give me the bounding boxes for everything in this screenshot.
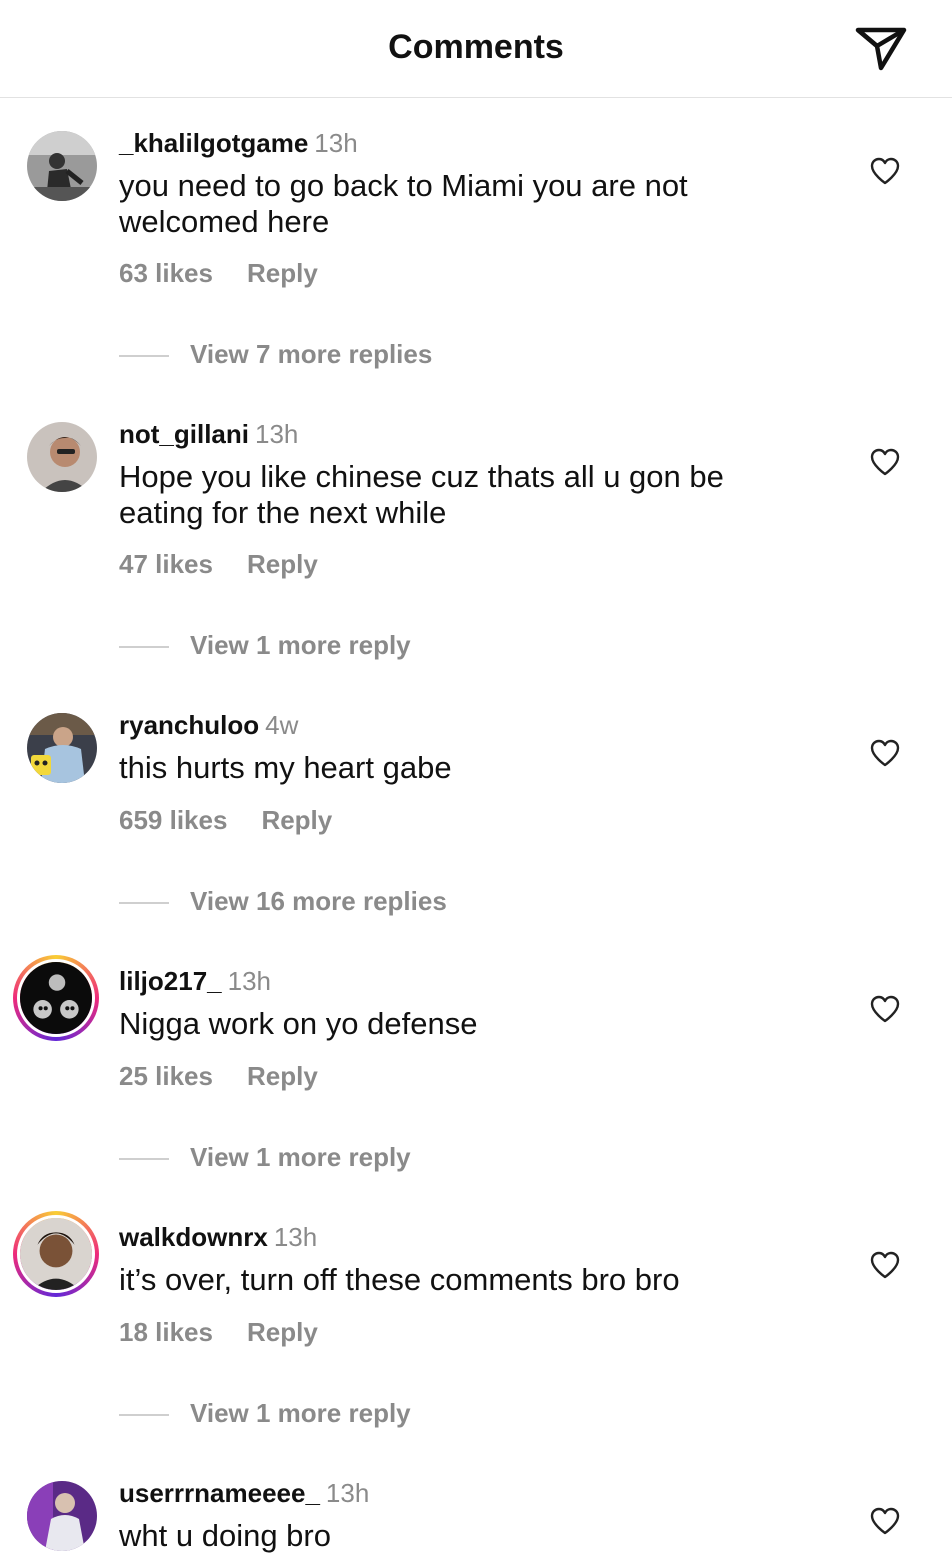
- reply-button[interactable]: Reply: [247, 1061, 318, 1091]
- view-more-replies[interactable]: View 16 more replies: [119, 886, 447, 917]
- heart-icon[interactable]: [870, 1507, 900, 1535]
- heart-icon[interactable]: [870, 1251, 900, 1279]
- username[interactable]: userrrnameeee_: [119, 1478, 320, 1508]
- likes-count[interactable]: 63 likes: [119, 258, 213, 288]
- view-more-replies[interactable]: View 7 more replies: [119, 339, 432, 370]
- view-more-replies[interactable]: View 1 more reply: [119, 1398, 411, 1429]
- view-more-label: View 7 more replies: [190, 339, 433, 369]
- view-more-replies[interactable]: View 1 more reply: [119, 630, 411, 661]
- view-more-replies[interactable]: View 1 more reply: [119, 1142, 411, 1173]
- reply-button[interactable]: Reply: [247, 549, 318, 579]
- avatar: [17, 959, 95, 1037]
- comment-meta: walkdownrx 13h: [119, 1222, 317, 1253]
- reply-button[interactable]: Reply: [247, 1317, 318, 1347]
- username[interactable]: walkdownrx: [119, 1222, 268, 1252]
- timestamp: 13h: [314, 128, 358, 158]
- avatar[interactable]: [27, 713, 97, 783]
- likes-count[interactable]: 659 likes: [119, 805, 227, 835]
- heart-icon[interactable]: [870, 995, 900, 1023]
- reply-button[interactable]: Reply: [247, 258, 318, 288]
- page-title: Comments: [388, 28, 564, 66]
- comment-text: Nigga work on yo defense: [119, 1006, 478, 1041]
- header: Comments: [0, 0, 952, 98]
- comment-actions: 63 likes Reply: [119, 258, 318, 289]
- avatar[interactable]: [27, 131, 97, 201]
- comment-actions: 659 likes Reply: [119, 805, 332, 836]
- comment-meta: ryanchuloo 4w: [119, 710, 298, 741]
- heart-icon[interactable]: [870, 448, 900, 476]
- view-more-label: View 1 more reply: [190, 630, 411, 660]
- timestamp: 13h: [325, 1478, 370, 1508]
- username[interactable]: liljo217_: [119, 966, 222, 996]
- timestamp: 4w: [265, 710, 299, 740]
- comment-item: ryanchuloo 4w this hurts my heart gabe 65…: [0, 710, 952, 1002]
- timestamp: 13h: [273, 1222, 318, 1252]
- comment-text: this hurts my heart gabe: [119, 750, 452, 785]
- heart-icon[interactable]: [870, 157, 900, 185]
- comment-actions: 47 likes Reply: [119, 549, 318, 580]
- comment-actions: 25 likes Reply: [119, 1061, 318, 1092]
- comment-meta: liljo217_ 13h: [119, 966, 271, 997]
- username[interactable]: not_gillani: [119, 419, 249, 449]
- divider-line: [119, 355, 169, 358]
- comment-item: _khalilgotgame 13h you need to go back to…: [0, 128, 952, 420]
- divider-line: [119, 1158, 169, 1161]
- comment-text: it’s over, turn off these comments bro b…: [119, 1262, 680, 1297]
- avatar: [17, 1215, 95, 1293]
- likes-count[interactable]: 25 likes: [119, 1061, 213, 1091]
- comment-item: liljo217_ 13h Nigga work on yo defense 25…: [0, 955, 952, 1258]
- likes-count[interactable]: 47 likes: [119, 549, 213, 579]
- view-more-label: View 1 more reply: [190, 1142, 411, 1172]
- comment-meta: _khalilgotgame 13h: [119, 128, 358, 159]
- avatar[interactable]: [27, 422, 97, 492]
- comment-meta: not_gillani 13h: [119, 419, 298, 450]
- timestamp: 13h: [227, 966, 272, 996]
- heart-icon[interactable]: [870, 739, 900, 767]
- divider-line: [119, 646, 169, 649]
- likes-count[interactable]: 18 likes: [119, 1317, 213, 1347]
- comment-text: Hope you like chinese cuz thats all u go…: [119, 459, 724, 530]
- avatar-story-ring[interactable]: [13, 1211, 99, 1297]
- reply-button[interactable]: Reply: [261, 805, 332, 835]
- avatar[interactable]: [27, 1481, 97, 1551]
- comment-item: userrrnameeee_ 13h wht u doing bro: [0, 1478, 952, 1558]
- divider-line: [119, 902, 169, 905]
- username[interactable]: ryanchuloo: [119, 710, 259, 740]
- comment-meta: userrrnameeee_ 13h: [119, 1478, 369, 1509]
- username[interactable]: _khalilgotgame: [119, 128, 308, 158]
- comment-text: you need to go back to Miami you are not…: [119, 168, 688, 239]
- comment-item: walkdownrx 13h it’s over, turn off these …: [0, 1211, 952, 1514]
- paper-plane-icon[interactable]: [852, 24, 910, 74]
- timestamp: 13h: [255, 419, 299, 449]
- comment-item: not_gillani 13h Hope you like chinese cuz…: [0, 419, 952, 711]
- view-more-label: View 1 more reply: [190, 1398, 411, 1428]
- comment-text: wht u doing bro: [119, 1518, 331, 1553]
- comment-actions: 18 likes Reply: [119, 1317, 318, 1348]
- view-more-label: View 16 more replies: [190, 886, 447, 916]
- avatar-story-ring[interactable]: [13, 955, 99, 1041]
- divider-line: [119, 1414, 169, 1417]
